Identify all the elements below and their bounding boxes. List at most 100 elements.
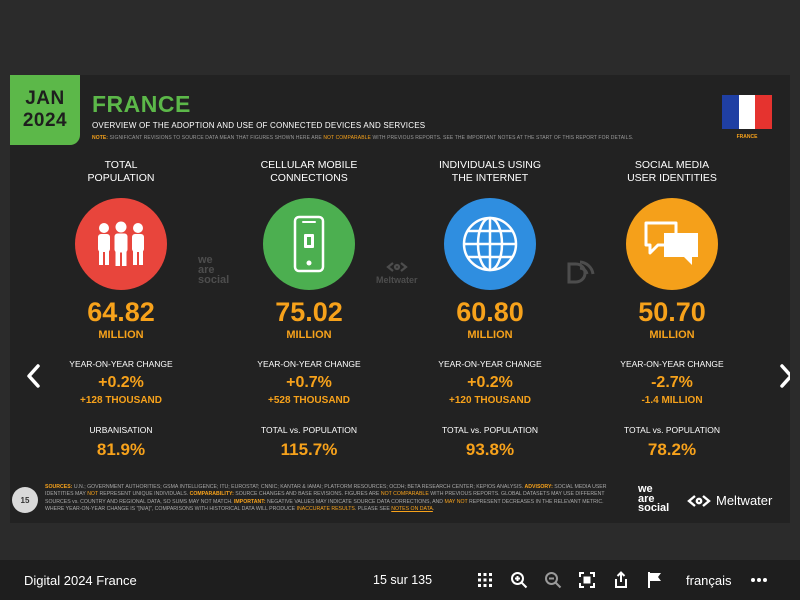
- slide-note: NOTE: SIGNIFICANT REVISIONS TO SOURCE DA…: [92, 135, 633, 141]
- slide-title: FRANCE: [92, 91, 191, 117]
- stat-value: 64.82: [87, 297, 155, 327]
- language-selector[interactable]: français: [686, 573, 732, 588]
- sources-text: SOURCE CHANGES AND BASE REVISIONS. FIGUR…: [233, 491, 381, 498]
- note-label: NOTE:: [92, 135, 109, 141]
- sources-text: REPRESENT UNIQUE INDIVIDUALS.: [98, 491, 190, 498]
- sources-highlight: NOT: [87, 491, 99, 498]
- we-are-social-logo: we are social: [638, 484, 670, 514]
- date-badge: JAN 2024: [10, 75, 80, 145]
- meltwater-logo-icon: [687, 494, 711, 507]
- zoom-in-button[interactable]: [508, 569, 530, 591]
- change-percent: +0.2%: [467, 374, 513, 391]
- advisory-label: ADVISORY:: [524, 484, 553, 490]
- next-slide-button[interactable]: [772, 359, 790, 393]
- change-absolute: +128 THOUSAND: [80, 395, 162, 406]
- more-options-button[interactable]: [746, 569, 772, 591]
- meltwater-watermark-icon: [385, 262, 408, 272]
- france-flag: [722, 95, 773, 129]
- fullscreen-button[interactable]: [576, 569, 598, 591]
- stat-unit: MILLION: [98, 329, 144, 341]
- date-badge-year: 2024: [22, 110, 68, 131]
- stat-unit: MILLION: [286, 329, 332, 341]
- kepios-watermark-icon: [566, 260, 596, 291]
- grid-view-button[interactable]: [474, 569, 496, 591]
- change-percent: -2.7%: [651, 374, 693, 391]
- stat-column-population: TOTAL POPULATION 64.82 MILLION YEAR-ON-Y…: [36, 159, 206, 460]
- important-label: IMPORTANT:: [233, 498, 266, 505]
- stat-heading: INDIVIDUALS USING THE INTERNET: [438, 159, 542, 184]
- stat-value: 75.02: [275, 297, 343, 327]
- sources-text: . PLEASE SEE: [354, 505, 392, 512]
- more-icon: [751, 578, 767, 582]
- sources-text: NEGATIVE VALUES MAY INDICATE SOURCE DATA…: [265, 498, 445, 505]
- chevron-right-icon: [780, 364, 790, 388]
- note-highlight: NOT COMPARABLE: [323, 135, 371, 141]
- fullscreen-icon: [579, 572, 595, 588]
- watermark-word: Meltwater: [376, 275, 418, 285]
- we-are-social-watermark: we are social: [198, 255, 230, 286]
- zoom-out-button[interactable]: [542, 569, 564, 591]
- sources-label: SOURCES:: [45, 484, 73, 490]
- report-flag-button[interactable]: [644, 569, 666, 591]
- watermark-word: social: [198, 274, 230, 286]
- notes-on-data-link[interactable]: NOTES ON DATA: [391, 506, 433, 512]
- logo-word: social: [638, 502, 670, 514]
- zoom-out-icon: [545, 572, 562, 589]
- sources-highlight: MAY NOT: [444, 498, 468, 505]
- secondary-label: TOTAL vs. POPULATION: [441, 425, 539, 435]
- change-percent: +0.2%: [98, 374, 144, 391]
- flag-label: FRANCE: [736, 134, 758, 140]
- stat-value: 50.70: [638, 297, 706, 327]
- sources-highlight: NOT COMPARABLE: [380, 491, 429, 498]
- previous-slide-button[interactable]: [18, 359, 48, 393]
- change-label: YEAR-ON-YEAR CHANGE: [620, 359, 724, 369]
- change-label: YEAR-ON-YEAR CHANGE: [257, 359, 361, 369]
- change-percent: +0.7%: [286, 374, 332, 391]
- meltwater-logo: Meltwater: [686, 493, 772, 508]
- change-label: YEAR-ON-YEAR CHANGE: [438, 359, 542, 369]
- stat-column-social: SOCIAL MEDIA USER IDENTITIES 50.70 MILLI…: [587, 159, 757, 460]
- sources-footnote: SOURCES: U.N.; GOVERNMENT AUTHORITIES; G…: [45, 484, 617, 513]
- stat-column-internet: INDIVIDUALS USING THE INTERNET 60.80 MIL…: [405, 159, 575, 460]
- stat-value: 60.80: [456, 297, 524, 327]
- change-absolute: +528 THOUSAND: [268, 395, 350, 406]
- globe-icon: [444, 198, 536, 290]
- comparability-label: COMPARABILITY:: [189, 491, 234, 498]
- flag-icon: [648, 572, 661, 588]
- mobile-phone-icon: [263, 198, 355, 290]
- grid-icon: [478, 573, 492, 587]
- stat-heading: TOTAL POPULATION: [87, 159, 155, 184]
- share-button[interactable]: [610, 569, 632, 591]
- stat-unit: MILLION: [649, 329, 695, 341]
- secondary-value: 115.7%: [280, 440, 338, 459]
- secondary-value: 78.2%: [647, 440, 697, 459]
- document-title: Digital 2024 France: [24, 573, 137, 588]
- secondary-label: TOTAL vs. POPULATION: [260, 425, 358, 435]
- sources-text: .: [432, 505, 435, 512]
- viewer-toolbar: Digital 2024 France 15 sur 135 français: [0, 560, 800, 600]
- meltwater-logo-text: Meltwater: [716, 493, 773, 508]
- secondary-value: 81.9%: [96, 440, 146, 459]
- stat-heading: CELLULAR MOBILE CONNECTIONS: [260, 159, 358, 184]
- sources-text: U.N.; GOVERNMENT AUTHORITIES; GSMA INTEL…: [72, 484, 525, 490]
- change-label: YEAR-ON-YEAR CHANGE: [69, 359, 173, 369]
- slide-page-number: 15: [12, 487, 38, 513]
- share-icon: [615, 571, 627, 588]
- stat-heading: SOCIAL MEDIA USER IDENTITIES: [627, 159, 717, 184]
- chevron-left-icon: [27, 364, 40, 388]
- page-counter: 15 sur 135: [373, 573, 433, 587]
- change-absolute: +120 THOUSAND: [449, 395, 531, 406]
- top-background: [0, 0, 800, 75]
- speech-bubbles-icon: [626, 198, 718, 290]
- secondary-value: 93.8%: [465, 440, 515, 459]
- slide-canvas: JAN 2024 FRANCE OVERVIEW OF THE ADOPTION…: [10, 75, 790, 523]
- slide-subtitle: OVERVIEW OF THE ADOPTION AND USE OF CONN…: [92, 121, 426, 130]
- meltwater-watermark: Meltwater: [376, 261, 418, 285]
- secondary-label: URBANISATION: [89, 425, 153, 435]
- zoom-in-icon: [511, 572, 528, 589]
- note-text-2: WITH PREVIOUS REPORTS. SEE THE IMPORTANT…: [370, 135, 634, 141]
- note-text-1: SIGNIFICANT REVISIONS TO SOURCE DATA MEA…: [108, 135, 324, 141]
- secondary-label: TOTAL vs. POPULATION: [623, 425, 721, 435]
- stat-unit: MILLION: [467, 329, 513, 341]
- sources-highlight: INACCURATE RESULTS: [296, 505, 355, 512]
